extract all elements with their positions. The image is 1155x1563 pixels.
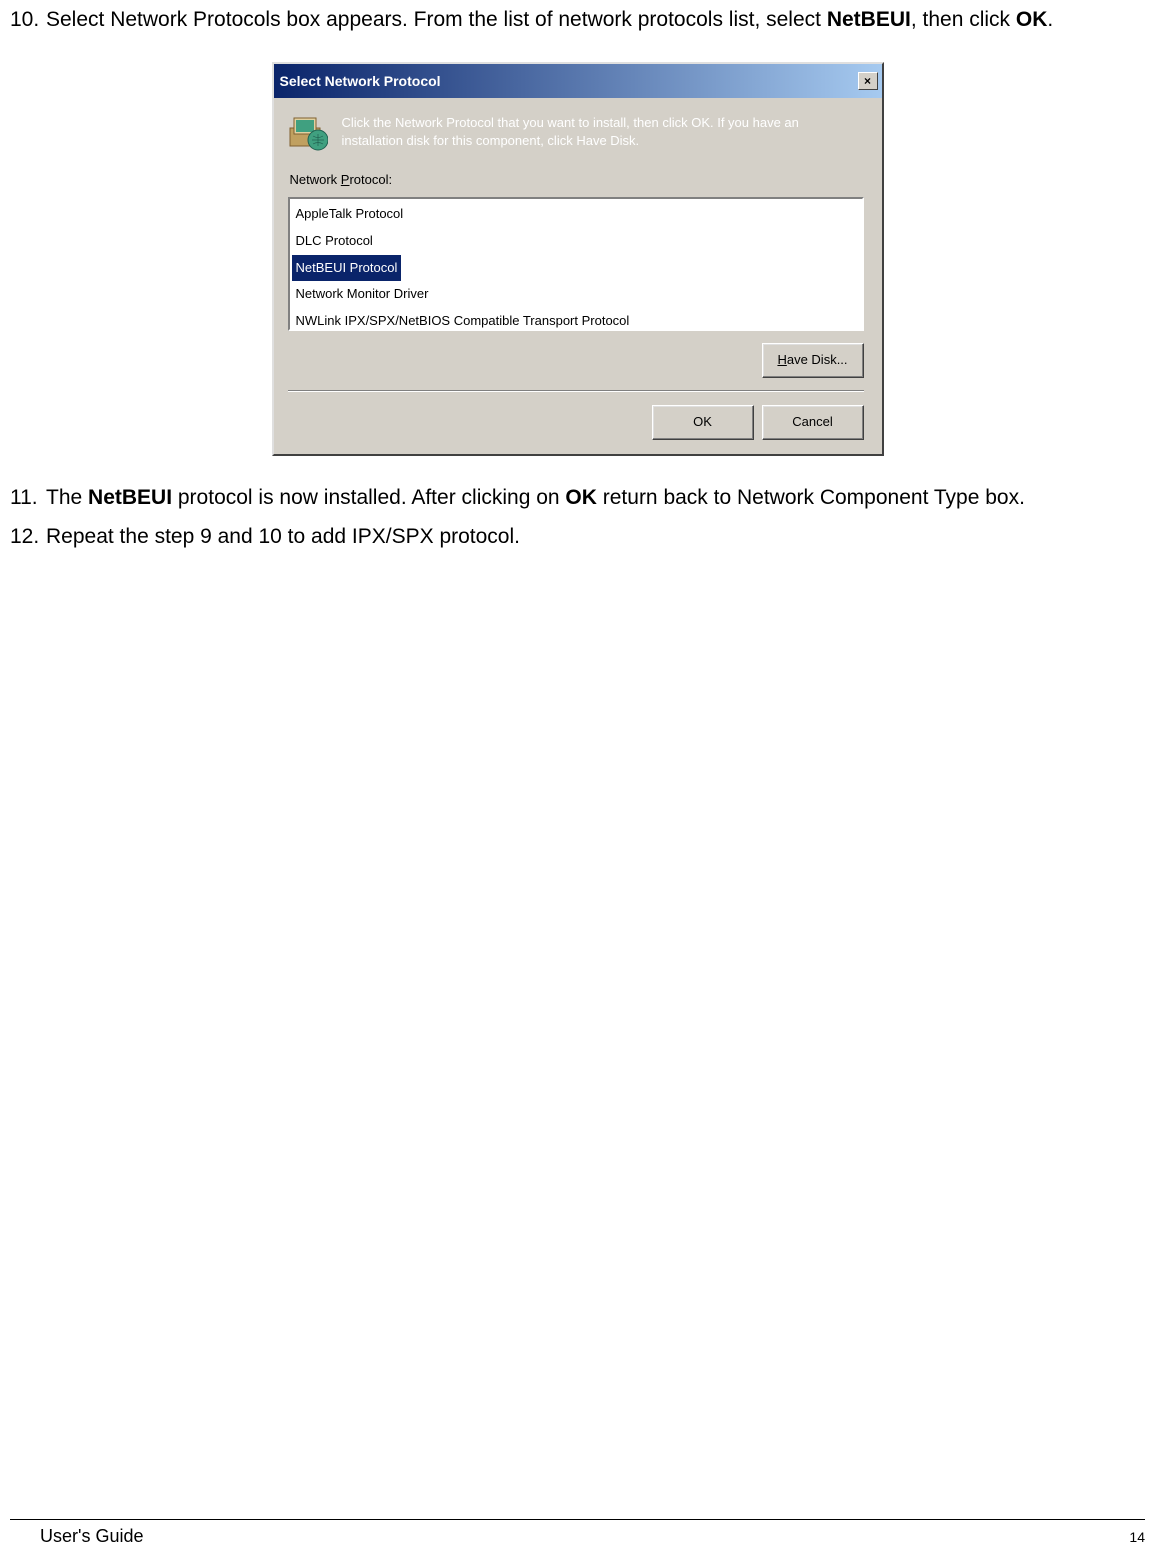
step-text-10: Select Network Protocols box appears. Fr… xyxy=(46,0,1145,40)
step-number-12: 12. xyxy=(10,517,46,557)
list-item-monitor[interactable]: Network Monitor Driver xyxy=(292,281,860,308)
list-item-netbeui[interactable]: NetBEUI Protocol xyxy=(292,255,402,282)
step-10-bold-ok: OK xyxy=(1016,8,1048,31)
step-text-11: The NetBEUI protocol is now installed. A… xyxy=(46,478,1145,518)
close-button[interactable]: × xyxy=(858,72,878,90)
protocol-listbox[interactable]: AppleTalk Protocol DLC Protocol NetBEUI … xyxy=(288,197,864,331)
step-11-part2: protocol is now installed. After clickin… xyxy=(172,486,565,509)
ok-button[interactable]: OK xyxy=(652,405,754,440)
step-text-12: Repeat the step 9 and 10 to add IPX/SPX … xyxy=(46,517,1145,557)
step-10-part1: Select Network Protocols box appears. Fr… xyxy=(46,8,827,31)
step-12: 12. Repeat the step 9 and 10 to add IPX/… xyxy=(10,517,1145,557)
dialog-titlebar: Select Network Protocol × xyxy=(274,64,882,99)
have-disk-label: ave Disk... xyxy=(787,352,848,367)
info-row: Click the Network Protocol that you want… xyxy=(288,108,864,152)
step-11-part1: The xyxy=(46,486,88,509)
footer-guide: User's Guide xyxy=(10,1526,143,1547)
dialog-body: Click the Network Protocol that you want… xyxy=(274,98,882,453)
step-10-part3: . xyxy=(1047,8,1053,31)
list-item-nwlink[interactable]: NWLink IPX/SPX/NetBIOS Compatible Transp… xyxy=(292,308,860,331)
step-11-part3: return back to Network Component Type bo… xyxy=(597,486,1025,509)
label-suffix: rotocol: xyxy=(349,172,392,187)
have-disk-button[interactable]: Have Disk... xyxy=(762,343,864,378)
dialog-screenshot: Select Network Protocol × Click the Netw… xyxy=(10,62,1145,456)
label-prefix: Network xyxy=(290,172,341,187)
step-11-bold-ok: OK xyxy=(565,486,597,509)
have-disk-row: Have Disk... xyxy=(288,343,864,378)
step-10: 10. Select Network Protocols box appears… xyxy=(10,0,1145,40)
action-buttons-row: OK Cancel xyxy=(288,390,864,440)
page-footer: User's Guide 14 xyxy=(10,1519,1145,1547)
step-10-part2: , then click xyxy=(911,8,1016,31)
dialog-title: Select Network Protocol xyxy=(280,68,441,95)
have-disk-accel: H xyxy=(777,352,786,367)
close-icon: × xyxy=(864,75,871,87)
network-protocol-label: Network Protocol: xyxy=(290,168,864,193)
page-number: 14 xyxy=(1129,1526,1145,1547)
step-10-bold-netbeui: NetBEUI xyxy=(827,8,911,31)
list-item-dlc[interactable]: DLC Protocol xyxy=(292,228,860,255)
step-11-bold-netbeui: NetBEUI xyxy=(88,486,172,509)
dialog-info-text: Click the Network Protocol that you want… xyxy=(342,112,864,149)
select-protocol-dialog: Select Network Protocol × Click the Netw… xyxy=(272,62,884,456)
step-number-11: 11. xyxy=(10,478,46,518)
list-item-appletalk[interactable]: AppleTalk Protocol xyxy=(292,201,860,228)
step-11: 11. The NetBEUI protocol is now installe… xyxy=(10,478,1145,518)
network-icon xyxy=(288,112,328,152)
step-number-10: 10. xyxy=(10,0,46,40)
cancel-button[interactable]: Cancel xyxy=(762,405,864,440)
